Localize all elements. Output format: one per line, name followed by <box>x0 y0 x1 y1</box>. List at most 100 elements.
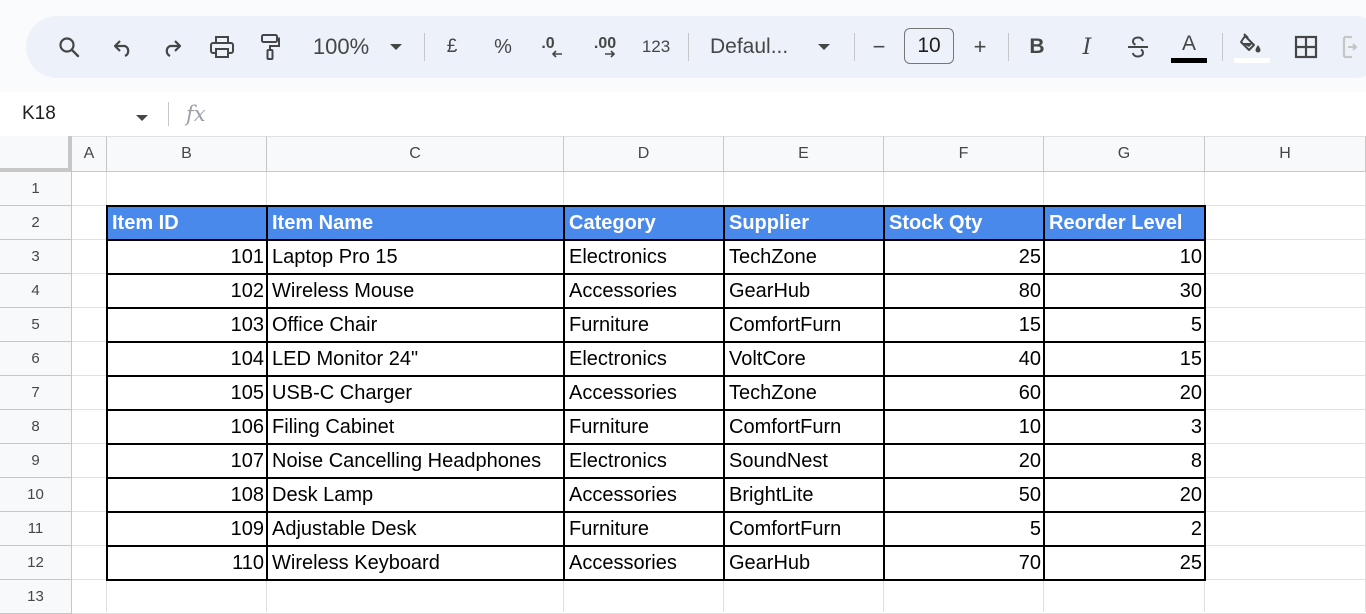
currency-format-button[interactable]: £ <box>440 16 464 78</box>
table-cell[interactable]: 2 <box>1044 512 1205 546</box>
print-icon[interactable] <box>206 16 238 78</box>
table-cell[interactable]: 3 <box>1044 410 1205 444</box>
row-header-4[interactable]: 4 <box>0 274 72 308</box>
zoom-select[interactable]: 100% <box>306 16 376 78</box>
row-header-11[interactable]: 11 <box>0 512 72 546</box>
table-cell[interactable]: Accessories <box>564 376 724 410</box>
table-cell[interactable]: Wireless Keyboard <box>267 546 564 580</box>
chevron-down-icon[interactable] <box>814 16 834 78</box>
font-size-input[interactable]: 10 <box>904 28 954 64</box>
paint-format-icon[interactable] <box>256 16 284 78</box>
table-cell[interactable]: Adjustable Desk <box>267 512 564 546</box>
table-cell[interactable]: Laptop Pro 15 <box>267 240 564 274</box>
table-cell[interactable]: BrightLite <box>724 478 884 512</box>
table-cell[interactable]: 10 <box>1044 240 1205 274</box>
table-cell[interactable]: Noise Cancelling Headphones <box>267 444 564 478</box>
table-cell[interactable]: 20 <box>1044 478 1205 512</box>
table-cell[interactable]: 60 <box>884 376 1044 410</box>
table-cell[interactable]: ComfortFurn <box>724 410 884 444</box>
table-cell[interactable]: Filing Cabinet <box>267 410 564 444</box>
table-cell[interactable]: SoundNest <box>724 444 884 478</box>
table-cell[interactable]: Furniture <box>564 410 724 444</box>
table-cell[interactable]: 40 <box>884 342 1044 376</box>
table-cell[interactable]: Furniture <box>564 308 724 342</box>
merge-cells-icon[interactable] <box>1342 16 1366 78</box>
table-cell[interactable]: Accessories <box>564 274 724 308</box>
table-cell[interactable]: 25 <box>1044 546 1205 580</box>
table-cell[interactable]: 103 <box>107 308 267 342</box>
column-header-c[interactable]: C <box>267 136 564 172</box>
table-cell[interactable]: ComfortFurn <box>724 512 884 546</box>
row-header-13[interactable]: 13 <box>0 580 72 614</box>
decrease-decimal-button[interactable]: .0 <box>536 16 568 78</box>
table-cell[interactable]: 25 <box>884 240 1044 274</box>
table-cell[interactable]: VoltCore <box>724 342 884 376</box>
table-cell[interactable]: 20 <box>1044 376 1205 410</box>
increase-font-size-button[interactable]: + <box>968 16 992 78</box>
row-header-8[interactable]: 8 <box>0 410 72 444</box>
table-cell[interactable]: 105 <box>107 376 267 410</box>
column-header-b[interactable]: B <box>107 136 267 172</box>
table-cell[interactable]: 8 <box>1044 444 1205 478</box>
table-cell[interactable]: LED Monitor 24" <box>267 342 564 376</box>
search-icon[interactable] <box>52 16 86 78</box>
row-header-3[interactable]: 3 <box>0 240 72 274</box>
table-header-cell[interactable]: Item Name <box>267 206 564 240</box>
increase-decimal-button[interactable]: .00 <box>588 16 622 78</box>
bold-button[interactable]: B <box>1024 16 1050 78</box>
strikethrough-icon[interactable] <box>1123 16 1153 78</box>
table-cell[interactable]: ComfortFurn <box>724 308 884 342</box>
column-header-h[interactable]: H <box>1205 136 1366 172</box>
select-all-corner[interactable] <box>0 136 72 172</box>
name-box[interactable]: K18 <box>22 92 56 136</box>
fill-color-icon[interactable] <box>1234 16 1270 78</box>
formula-input[interactable] <box>225 100 1345 128</box>
table-cell[interactable]: 10 <box>884 410 1044 444</box>
table-cell[interactable]: 110 <box>107 546 267 580</box>
table-cell[interactable]: Electronics <box>564 342 724 376</box>
row-header-5[interactable]: 5 <box>0 308 72 342</box>
table-cell[interactable]: Desk Lamp <box>267 478 564 512</box>
borders-icon[interactable] <box>1292 16 1320 78</box>
table-cell[interactable]: Accessories <box>564 546 724 580</box>
column-header-g[interactable]: G <box>1044 136 1205 172</box>
table-cell[interactable]: 80 <box>884 274 1044 308</box>
table-cell[interactable]: 109 <box>107 512 267 546</box>
row-header-12[interactable]: 12 <box>0 546 72 580</box>
table-header-cell[interactable]: Stock Qty <box>884 206 1044 240</box>
table-cell[interactable]: 15 <box>884 308 1044 342</box>
decrease-font-size-button[interactable]: − <box>868 16 890 78</box>
table-cell[interactable]: 70 <box>884 546 1044 580</box>
percent-format-button[interactable]: % <box>491 16 515 78</box>
table-cell[interactable]: 30 <box>1044 274 1205 308</box>
number-format-button[interactable]: 123 <box>638 16 674 78</box>
table-cell[interactable]: 50 <box>884 478 1044 512</box>
table-cell[interactable]: 101 <box>107 240 267 274</box>
table-header-cell[interactable]: Category <box>564 206 724 240</box>
table-cell[interactable]: Office Chair <box>267 308 564 342</box>
table-cell[interactable]: GearHub <box>724 546 884 580</box>
table-cell[interactable]: 106 <box>107 410 267 444</box>
table-cell[interactable]: Electronics <box>564 444 724 478</box>
table-cell[interactable]: Wireless Mouse <box>267 274 564 308</box>
table-cell[interactable]: 104 <box>107 342 267 376</box>
table-cell[interactable]: 20 <box>884 444 1044 478</box>
undo-icon[interactable] <box>108 16 138 78</box>
table-cell[interactable]: 5 <box>1044 308 1205 342</box>
row-header-1[interactable]: 1 <box>0 172 72 206</box>
chevron-down-icon[interactable] <box>135 109 149 127</box>
column-header-f[interactable]: F <box>884 136 1044 172</box>
table-cell[interactable]: Furniture <box>564 512 724 546</box>
column-header-e[interactable]: E <box>724 136 884 172</box>
table-cell[interactable]: Accessories <box>564 478 724 512</box>
table-cell[interactable]: GearHub <box>724 274 884 308</box>
table-cell[interactable]: 102 <box>107 274 267 308</box>
table-cell[interactable]: 107 <box>107 444 267 478</box>
table-cell[interactable]: Electronics <box>564 240 724 274</box>
table-header-cell[interactable]: Supplier <box>724 206 884 240</box>
row-header-7[interactable]: 7 <box>0 376 72 410</box>
redo-icon[interactable] <box>157 16 187 78</box>
table-header-cell[interactable]: Item ID <box>107 206 267 240</box>
row-header-9[interactable]: 9 <box>0 444 72 478</box>
table-cell[interactable]: 5 <box>884 512 1044 546</box>
